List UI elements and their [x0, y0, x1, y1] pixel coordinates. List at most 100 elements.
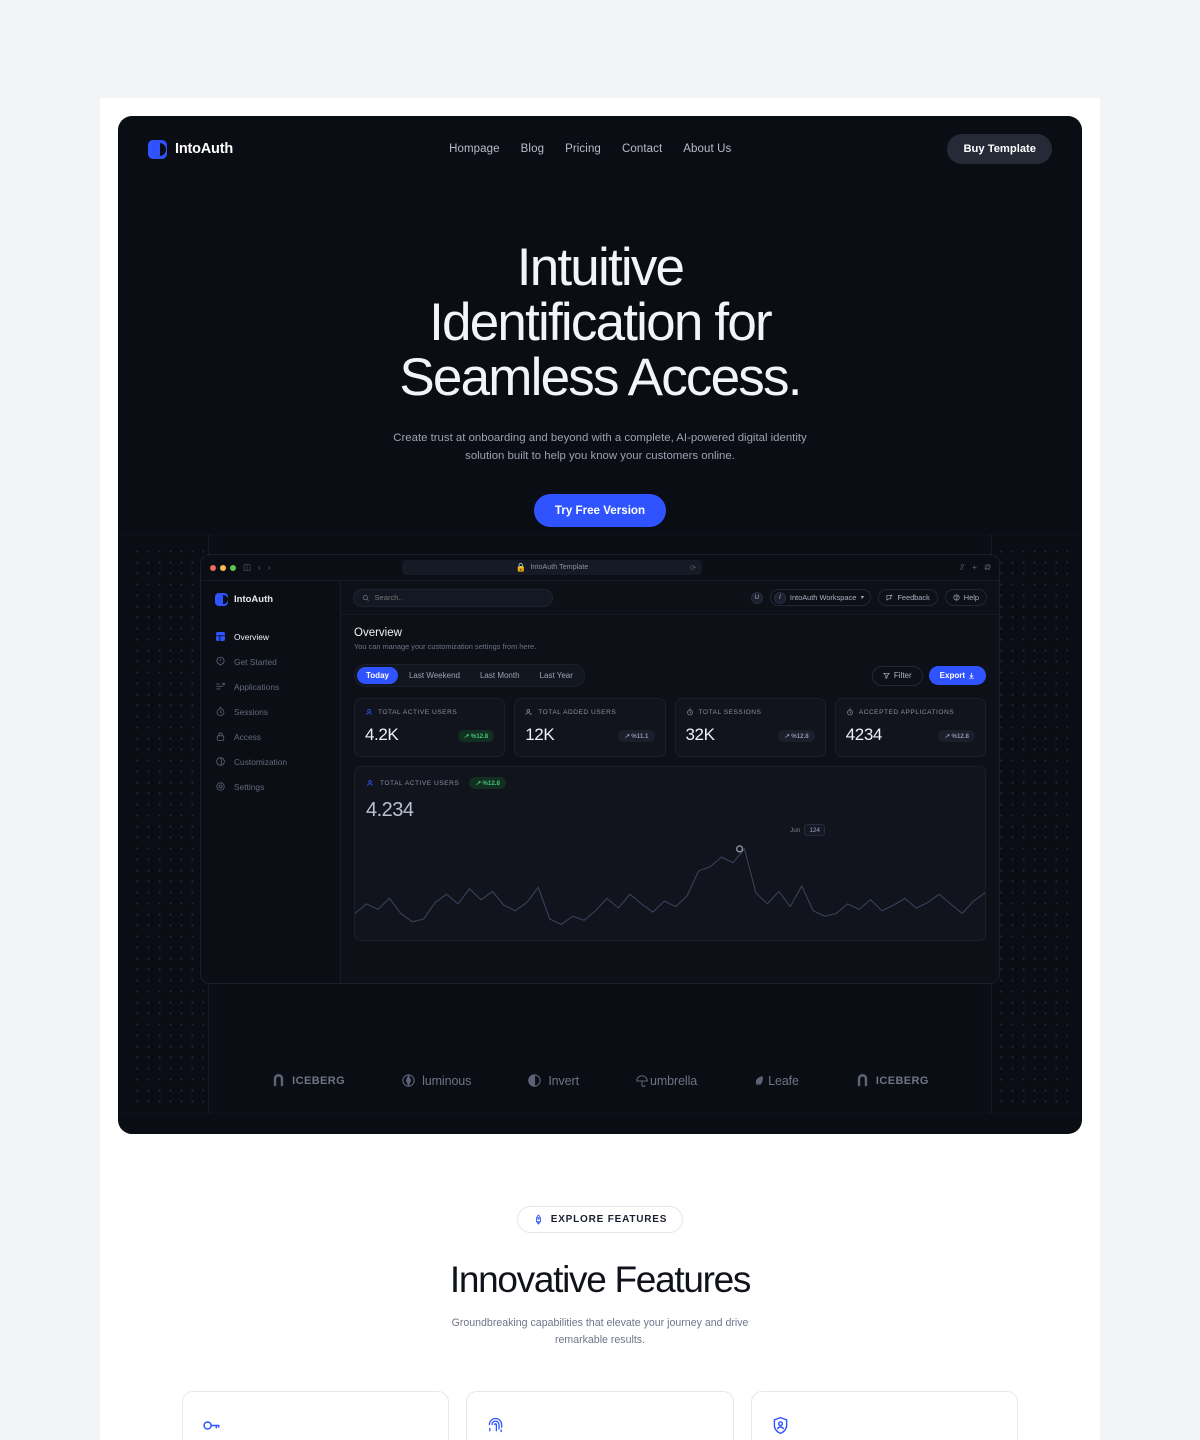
iceberg-icon	[273, 1073, 284, 1087]
feature-card-mfa[interactable]: Adaptive Multi-Factor Authentication	[750, 1390, 1018, 1440]
copy-tabs-icon[interactable]: ⧉	[984, 563, 990, 572]
timer-icon	[216, 706, 225, 717]
search-input[interactable]	[374, 593, 544, 602]
logo-luminous: luminous	[401, 1073, 471, 1088]
feature-card-biometric[interactable]: Biometric Authentication Options	[466, 1390, 734, 1440]
logo-label: Leafe	[768, 1073, 799, 1088]
help-label: Help	[963, 593, 979, 602]
arrow-up-right-icon: ↗	[784, 732, 790, 740]
dashboard-content: Overview You can manage your customizati…	[341, 615, 999, 983]
luminous-icon	[402, 1074, 415, 1087]
sidebar-item-settings[interactable]: Settings	[201, 774, 340, 799]
explore-features-chip: EXPLORE FEATURES	[516, 1206, 684, 1233]
lock-icon: 🔒	[515, 562, 527, 573]
filter-button[interactable]: Filter	[871, 665, 923, 686]
help-circle-icon	[953, 594, 960, 601]
sidebar-item-get-started[interactable]: Get Started	[201, 649, 340, 674]
chart-active-point	[735, 845, 744, 853]
sidebar-item-customization[interactable]: Customization	[201, 749, 340, 774]
feature-card-sso[interactable]: Single Sign-On (SSO) Integration	[182, 1390, 450, 1440]
features-grid: Single Sign-On (SSO) Integration Biometr…	[182, 1390, 1018, 1440]
segment-today[interactable]: Today	[357, 667, 398, 684]
stat-label: TOTAL ADDED USERS	[538, 708, 617, 716]
page-canvas: IntoAuth Hompage Blog Pricing Contact Ab…	[0, 0, 1200, 1440]
reload-icon[interactable]: ⟳	[690, 564, 696, 572]
browser-chrome-bar: ◫ ‹ › 🔒 IntoAuth Template ⟳ ⇧ + ⧉	[201, 555, 999, 581]
palette-icon	[216, 757, 225, 766]
user-avatar[interactable]: U	[750, 591, 763, 604]
close-window-dot[interactable]	[210, 564, 216, 571]
share-icon[interactable]: ⇧	[958, 563, 965, 572]
plus-icon[interactable]: +	[972, 563, 977, 572]
dashboard-brand[interactable]: IntoAuth	[201, 593, 340, 624]
stat-row: 12K ↗ %11.1	[525, 725, 655, 745]
workspace-avatar: I	[773, 591, 786, 604]
gear-icon	[216, 782, 225, 791]
shield-user-icon	[770, 1414, 999, 1438]
sidebar-item-access[interactable]: Access	[201, 724, 340, 749]
features-title: Innovative Features	[449, 1259, 752, 1300]
buy-template-button[interactable]: Buy Template	[947, 134, 1052, 164]
sidebar-label-applications: Applications	[234, 681, 280, 692]
timer-icon	[846, 708, 853, 716]
chevron-down-icon: ▾	[860, 595, 864, 601]
key-icon	[201, 1414, 430, 1438]
chart-card-total-active-users: TOTAL ACTIVE USERS ↗ %12.8 4.234 Jun 124	[354, 766, 986, 941]
search-icon	[362, 594, 369, 601]
arrow-up-right-icon: ↗	[463, 732, 469, 740]
stat-row: 4234 ↗ %12.8	[846, 725, 975, 745]
hero-guide-line-top	[118, 534, 1082, 535]
stat-head: TOTAL SESSIONS	[686, 708, 815, 716]
nav-link-contact[interactable]: Contact	[622, 143, 662, 155]
nav-link-about-us[interactable]: About Us	[683, 143, 731, 155]
features-section: EXPLORE FEATURES Innovative Features Gro…	[100, 1134, 1100, 1440]
stat-label: ACCEPTED APPLICATIONS	[858, 708, 955, 716]
brand-logo[interactable]: IntoAuth	[148, 139, 233, 159]
minimize-window-dot[interactable]	[220, 564, 226, 571]
sidebar-item-applications[interactable]: Applications	[201, 674, 340, 699]
arrow-up-right-icon: ↗	[624, 732, 630, 740]
chart-status-badge: ↗ %12.8	[469, 777, 506, 789]
window-controls[interactable]	[210, 564, 236, 571]
list-icon	[216, 682, 225, 690]
nav-link-homepage[interactable]: Hompage	[449, 143, 500, 155]
stat-card-total-added-users: TOTAL ADDED USERS 12K ↗ %11.1	[514, 698, 666, 757]
features-subtitle: Groundbreaking capabilities that elevate…	[451, 1317, 749, 1346]
feedback-button[interactable]: Feedback	[878, 589, 938, 606]
segment-last-year[interactable]: Last Year	[531, 667, 582, 684]
intoauth-logo-icon	[215, 593, 228, 606]
sidebar-toggle-icon[interactable]: ◫	[243, 563, 251, 572]
address-bar[interactable]: 🔒 IntoAuth Template ⟳	[402, 560, 703, 575]
chevron-left-icon[interactable]: ‹	[258, 563, 261, 572]
try-free-version-button[interactable]: Try Free Version	[533, 494, 667, 528]
client-logo-strip: ICEBERG luminous Invert umbrella Leafe I…	[118, 1073, 1082, 1088]
sidebar-item-sessions[interactable]: Sessions	[201, 699, 340, 724]
tab-title: IntoAuth Template	[530, 564, 589, 571]
export-button[interactable]: Export	[928, 666, 986, 685]
nav-link-blog[interactable]: Blog	[521, 143, 544, 155]
segment-last-month[interactable]: Last Month	[471, 667, 529, 684]
page-description: You can manage your customization settin…	[354, 642, 537, 651]
hero-headline-line-2: Identification for	[429, 293, 773, 353]
maximize-window-dot[interactable]	[230, 564, 236, 571]
hero-headline: Intuitive Identification for Seamless Ac…	[118, 240, 1082, 405]
browser-right-actions: ⇧ + ⧉	[958, 563, 990, 572]
search-box[interactable]	[353, 588, 553, 607]
hero-headline-line-3: Seamless Access.	[399, 348, 802, 408]
chevron-right-icon[interactable]: ›	[268, 563, 271, 572]
segment-last-weekend[interactable]: Last Weekend	[400, 667, 469, 684]
chart-label: TOTAL ACTIVE USERS	[380, 779, 460, 787]
stat-value: 32K	[685, 725, 715, 744]
workspace-selector[interactable]: I IntoAuth Workspace ▾	[769, 589, 872, 606]
logo-iceberg-2: ICEBERG	[855, 1073, 929, 1088]
sidebar-item-overview[interactable]: Overview	[201, 624, 340, 649]
rocket-pin-icon	[216, 656, 225, 666]
download-icon	[969, 672, 974, 679]
funnel-icon	[882, 672, 890, 679]
dashboard-brand-name: IntoAuth	[234, 594, 274, 605]
brand-name: IntoAuth	[175, 141, 233, 157]
nav-link-pricing[interactable]: Pricing	[565, 143, 601, 155]
umbrella-icon	[636, 1074, 648, 1087]
stat-head: TOTAL ACTIVE USERS	[365, 708, 494, 716]
help-button[interactable]: Help	[944, 589, 987, 606]
